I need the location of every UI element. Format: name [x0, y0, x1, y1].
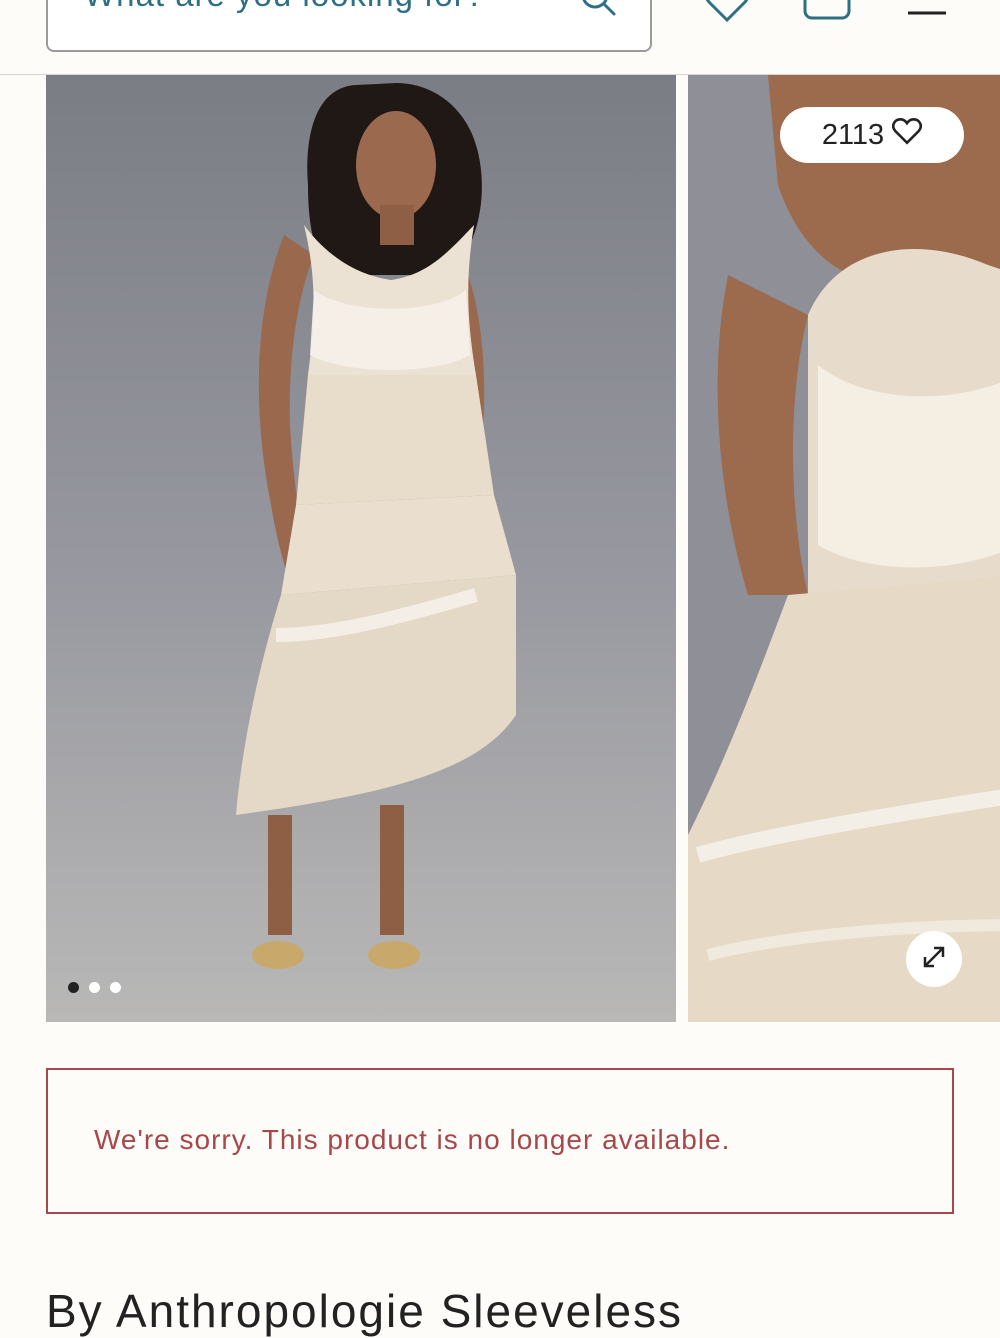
search-input[interactable]: What are you looking for? [84, 0, 485, 14]
alert-message: We're sorry. This product is no longer a… [94, 1124, 731, 1155]
expand-icon [919, 942, 949, 977]
carousel-dot-3[interactable] [110, 982, 121, 993]
favorite-button[interactable]: 2113 [780, 107, 964, 163]
search-bar[interactable]: What are you looking for? [46, 0, 652, 52]
product-title: By Anthropologie Sleeveless [46, 1285, 684, 1337]
carousel-pagination [68, 982, 121, 993]
heart-icon[interactable] [704, 0, 750, 27]
product-image-detail[interactable]: 2113 [688, 75, 1000, 1022]
favorites-count: 2113 [821, 118, 885, 151]
search-icon[interactable] [578, 0, 618, 23]
heart-icon [892, 117, 923, 153]
carousel-dot-2[interactable] [89, 982, 100, 993]
site-header: What are you looking for? [0, 0, 1000, 75]
product-image-carousel[interactable]: 2113 [0, 75, 1000, 1022]
bag-icon[interactable] [802, 0, 852, 27]
model-photo-full [46, 75, 676, 1022]
menu-icon[interactable] [908, 0, 946, 23]
model-photo-closeup [688, 75, 1000, 1022]
product-image-main[interactable] [46, 75, 676, 1022]
zoom-button[interactable] [906, 931, 962, 987]
unavailable-alert: We're sorry. This product is no longer a… [46, 1068, 954, 1214]
carousel-dot-1[interactable] [68, 982, 79, 993]
